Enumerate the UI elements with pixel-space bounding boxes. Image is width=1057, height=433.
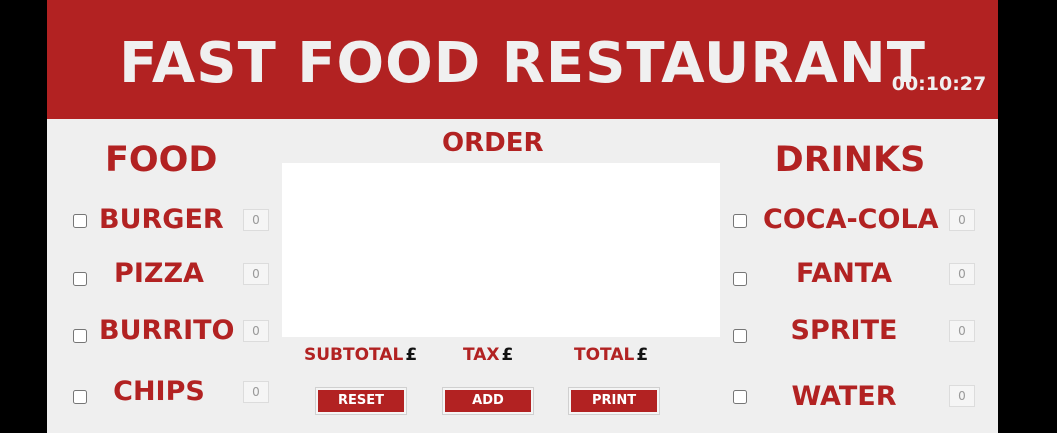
subtotal-label: SUBTOTAL £ xyxy=(304,345,417,365)
clock-display: 00:10:27 xyxy=(891,73,987,95)
chips-label: CHIPS xyxy=(113,376,205,407)
water-qty-field[interactable]: 0 xyxy=(949,385,975,407)
header-bar: FAST FOOD RESTAURANT 00:10:27 x xyxy=(47,0,998,119)
burrito-qty-field[interactable]: 0 xyxy=(243,320,269,342)
app-title: FAST FOOD RESTAURANT xyxy=(119,31,926,96)
chips-checkbox[interactable] xyxy=(73,390,87,404)
burger-qty-field[interactable]: 0 xyxy=(243,209,269,231)
burrito-checkbox[interactable] xyxy=(73,329,87,343)
print-button[interactable]: PRINT xyxy=(569,388,659,414)
food-heading: FOOD xyxy=(105,140,218,180)
subtotal-currency: £ xyxy=(405,345,418,365)
sprite-label: SPRITE xyxy=(790,315,898,346)
order-heading: ORDER xyxy=(442,128,544,158)
sprite-checkbox[interactable] xyxy=(733,329,747,343)
tax-currency: £ xyxy=(501,345,514,365)
tax-text: TAX xyxy=(463,345,500,365)
pizza-label: PIZZA xyxy=(114,258,204,289)
burger-checkbox[interactable] xyxy=(73,214,87,228)
fanta-label: FANTA xyxy=(795,258,893,289)
coca-cola-label: COCA-COLA xyxy=(763,204,939,235)
pizza-qty-field[interactable]: 0 xyxy=(243,263,269,285)
total-label: TOTAL £ xyxy=(574,345,648,365)
water-label: WATER xyxy=(791,381,897,412)
sprite-qty-field[interactable]: 0 xyxy=(949,320,975,342)
restaurant-window: FAST FOOD RESTAURANT 00:10:27 x FOOD BUR… xyxy=(47,0,998,433)
chips-qty-field[interactable]: 0 xyxy=(243,381,269,403)
coca-cola-qty-field[interactable]: 0 xyxy=(949,209,975,231)
tax-label: TAX £ xyxy=(463,345,513,365)
pizza-checkbox[interactable] xyxy=(73,272,87,286)
order-receipt-area[interactable] xyxy=(282,163,720,337)
add-button[interactable]: ADD xyxy=(443,388,533,414)
reset-button[interactable]: RESET xyxy=(316,388,406,414)
fanta-checkbox[interactable] xyxy=(733,272,747,286)
fanta-qty-field[interactable]: 0 xyxy=(949,263,975,285)
burger-label: BURGER xyxy=(99,204,224,235)
total-currency: £ xyxy=(636,345,649,365)
drinks-heading: DRINKS xyxy=(774,140,926,180)
subtotal-text: SUBTOTAL xyxy=(304,345,404,365)
burrito-label: BURRITO xyxy=(99,315,235,346)
coca-cola-checkbox[interactable] xyxy=(733,214,747,228)
total-text: TOTAL xyxy=(574,345,635,365)
water-checkbox[interactable] xyxy=(733,390,747,404)
